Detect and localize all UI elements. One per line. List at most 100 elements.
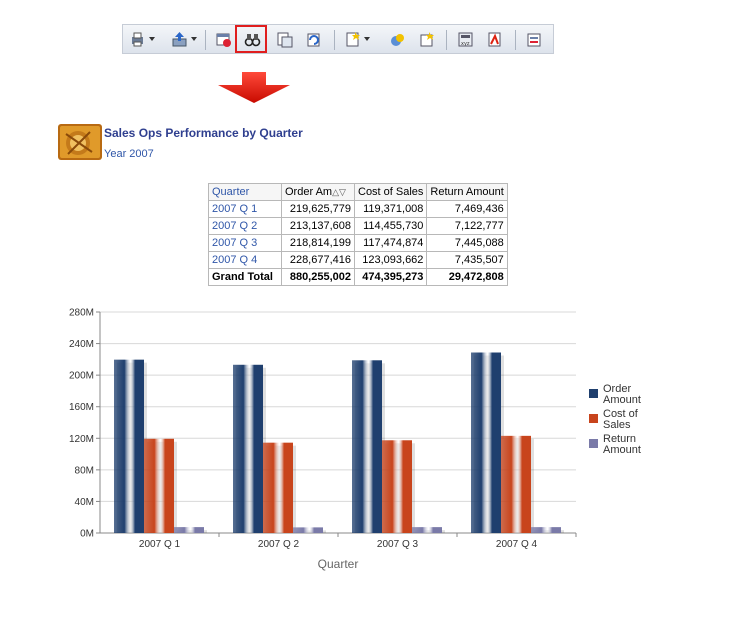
- bar-order-amount: [471, 352, 501, 533]
- legend-swatch: [589, 414, 598, 423]
- svg-text:xyz: xyz: [461, 41, 470, 47]
- bar-cost-of-sales: [263, 442, 293, 533]
- new-analysis-icon: [346, 32, 360, 47]
- pdf-button[interactable]: [484, 30, 506, 50]
- report-subtitle: Year 2007: [104, 148, 154, 160]
- report-logo-icon: [58, 124, 102, 160]
- legend-label: Sales: [603, 419, 631, 431]
- cost-of-sales-cell: 114,455,730: [353, 217, 428, 235]
- y-tick-label: 0M: [80, 529, 94, 540]
- table-header-row: Quarter Order Am△▽ Cost of Sales Return …: [208, 183, 508, 201]
- add-view-icon: [420, 32, 434, 47]
- quarter-cell[interactable]: 2007 Q 2: [208, 217, 282, 235]
- chevron-down-icon[interactable]: [364, 37, 370, 41]
- highlighted-button-outline: [235, 25, 267, 53]
- x-tick-label: 2007 Q 1: [139, 539, 181, 550]
- order-amount-cell: 213,137,608: [281, 217, 355, 235]
- column-header-quarter[interactable]: Quarter: [208, 183, 282, 201]
- y-tick-label: 240M: [69, 339, 94, 350]
- toolbar-separator: [334, 30, 335, 50]
- refresh-icon: [307, 33, 320, 47]
- bar-chart: 0M 40M 80M 120M 160M 200M 240M 280M 2007 Q 1 2007…: [69, 308, 641, 572]
- legend-swatch: [589, 389, 598, 398]
- column-header-label: Quarter: [212, 186, 250, 198]
- pdf-icon: [488, 32, 501, 47]
- y-tick-label: 200M: [69, 371, 94, 382]
- return-amount-total-cell: 29,472,808: [426, 268, 508, 286]
- down-arrow-icon: [218, 72, 290, 103]
- cost-of-sales-total-cell: 474,395,273: [353, 268, 428, 286]
- table-row: 2007 Q 4 228,677,416 123,093,662 7,435,5…: [208, 251, 508, 269]
- schedule-icon: [216, 33, 231, 47]
- x-tick-label: 2007 Q 4: [496, 539, 538, 550]
- add-view-button[interactable]: [416, 30, 438, 50]
- print-icon: [132, 32, 143, 47]
- toolbar-separator: [205, 30, 206, 50]
- filter-button[interactable]: [387, 30, 409, 50]
- bar-return-amount: [531, 527, 561, 533]
- y-tick-label: 160M: [69, 402, 94, 413]
- calculator-icon: xyz: [458, 32, 473, 47]
- cost-of-sales-cell: 119,371,008: [353, 200, 428, 218]
- bar-cost-of-sales: [144, 438, 174, 533]
- bar-return-amount: [412, 527, 442, 533]
- grand-total-row: Grand Total 880,255,002 474,395,273 29,4…: [208, 268, 508, 286]
- quarter-cell[interactable]: 2007 Q 4: [208, 251, 282, 269]
- x-tick-label: 2007 Q 2: [258, 539, 300, 550]
- properties-button[interactable]: [524, 30, 546, 50]
- order-amount-total-cell: 880,255,002: [281, 268, 355, 286]
- bar-cost-of-sales: [501, 435, 531, 533]
- column-header-cost-of-sales[interactable]: Cost of Sales: [353, 183, 428, 201]
- quarter-cell[interactable]: 2007 Q 3: [208, 234, 282, 252]
- report-toolbar: xyz: [122, 24, 554, 54]
- y-tick-label: 80M: [75, 465, 94, 476]
- order-amount-cell: 228,677,416: [281, 251, 355, 269]
- bar-return-amount: [174, 527, 204, 533]
- bar-order-amount: [114, 359, 144, 533]
- toolbar-separator: [446, 30, 447, 50]
- pivot-table: Quarter Order Am△▽ Cost of Sales Return …: [208, 183, 508, 286]
- sort-icon[interactable]: △▽: [332, 187, 346, 197]
- page-setup-icon: [277, 32, 293, 48]
- bar-order-amount: [352, 360, 382, 533]
- calculator-button[interactable]: xyz: [455, 30, 477, 50]
- properties-icon: [527, 33, 541, 47]
- print-button[interactable]: [127, 30, 157, 50]
- y-tick-label: 120M: [69, 434, 94, 445]
- order-amount-cell: 218,814,199: [281, 234, 355, 252]
- column-header-order-amount[interactable]: Order Am△▽: [281, 183, 355, 201]
- chevron-down-icon[interactable]: [149, 37, 155, 41]
- legend-swatch: [589, 439, 598, 448]
- toolbar-separator: [515, 30, 516, 50]
- return-amount-cell: 7,469,436: [426, 200, 508, 218]
- filter-icon: [391, 34, 404, 46]
- return-amount-cell: 7,445,088: [426, 234, 508, 252]
- column-header-label: Return Amount: [430, 186, 504, 198]
- y-tick-label: 40M: [75, 497, 94, 508]
- column-header-label: Cost of Sales: [358, 186, 424, 198]
- y-tick-label: 280M: [69, 308, 94, 319]
- new-analysis-button[interactable]: [342, 30, 372, 50]
- table-row: 2007 Q 2 213,137,608 114,455,730 7,122,7…: [208, 217, 508, 235]
- schedule-button[interactable]: [213, 30, 235, 50]
- bar-order-amount: [233, 364, 263, 533]
- column-header-return-amount[interactable]: Return Amount: [426, 183, 508, 201]
- cost-of-sales-cell: 117,474,874: [353, 234, 428, 252]
- column-header-label: Order Am: [285, 186, 333, 198]
- bar-cost-of-sales: [382, 440, 412, 533]
- grand-total-label: Grand Total: [208, 268, 282, 286]
- page-setup-button[interactable]: [274, 30, 296, 50]
- return-amount-cell: 7,435,507: [426, 251, 508, 269]
- legend-label: Amount: [603, 444, 641, 456]
- return-amount-cell: 7,122,777: [426, 217, 508, 235]
- export-icon: [172, 32, 187, 47]
- export-button[interactable]: [169, 30, 199, 50]
- x-axis-label: Quarter: [318, 557, 359, 571]
- order-amount-cell: 219,625,779: [281, 200, 355, 218]
- chevron-down-icon[interactable]: [191, 37, 197, 41]
- refresh-button[interactable]: [303, 30, 325, 50]
- bar-return-amount: [293, 527, 323, 533]
- cost-of-sales-cell: 123,093,662: [353, 251, 428, 269]
- quarter-cell[interactable]: 2007 Q 1: [208, 200, 282, 218]
- table-row: 2007 Q 3 218,814,199 117,474,874 7,445,0…: [208, 234, 508, 252]
